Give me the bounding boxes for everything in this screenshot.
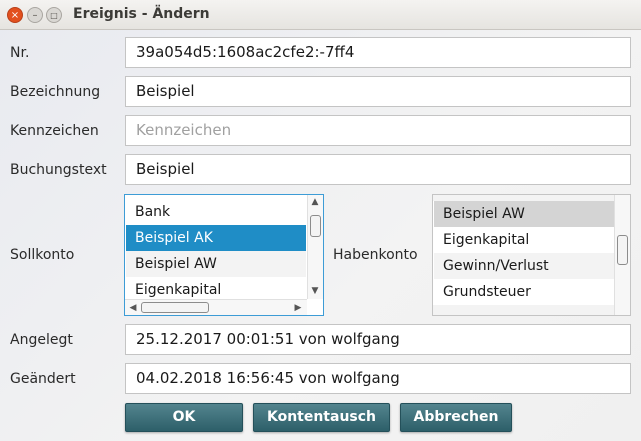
title-bar: × – □ Ereignis - Ändern [0, 0, 641, 30]
angelegt-field[interactable]: 25.12.2017 00:01:51 von wolfgang [125, 324, 631, 355]
scroll-down-icon[interactable]: ▼ [308, 286, 322, 296]
scrollbar-thumb[interactable] [617, 235, 628, 265]
list-item[interactable]: Grundsteuer [434, 279, 614, 305]
sollkonto-list[interactable]: Bank Beispiel AK Beispiel AW Eigenkapita… [124, 194, 324, 316]
list-item-selected[interactable]: Beispiel AW [434, 201, 614, 227]
buchungstext-field[interactable]: Beispiel [125, 154, 631, 185]
window-title: Ereignis - Ändern [73, 6, 210, 22]
list-item[interactable]: Gewinn/Verlust [434, 253, 614, 279]
partial-list-item [433, 305, 614, 315]
list-item-selected[interactable]: Beispiel AK [126, 225, 306, 251]
horizontal-scrollbar[interactable]: ◀ ▶ [125, 299, 307, 315]
scrollbar-thumb[interactable] [310, 215, 321, 237]
bezeichnung-label: Bezeichnung [10, 84, 101, 100]
minimize-icon[interactable]: – [27, 7, 43, 23]
list-item[interactable]: Beispiel AW [126, 251, 306, 277]
list-item[interactable]: Eigenkapital [434, 227, 614, 253]
sollkonto-label: Sollkonto [10, 247, 75, 263]
list-item[interactable]: Bank [126, 199, 306, 225]
abbrechen-button[interactable]: Abbrechen [400, 403, 512, 432]
angelegt-label: Angelegt [10, 332, 73, 348]
kennzeichen-field[interactable]: Kennzeichen [125, 115, 631, 146]
close-icon[interactable]: × [7, 7, 23, 23]
scroll-up-icon[interactable]: ▲ [308, 197, 322, 207]
ok-button[interactable]: OK [125, 403, 243, 432]
habenkonto-list[interactable]: Beispiel AW Eigenkapital Gewinn/Verlust … [432, 194, 631, 316]
scroll-right-icon[interactable]: ▶ [291, 303, 305, 313]
vertical-scrollbar[interactable]: ▲ ▼ [307, 195, 323, 299]
dialog-window: × – □ Ereignis - Ändern Nr. 39a054d5:160… [0, 0, 641, 441]
buchungstext-label: Buchungstext [10, 162, 107, 178]
nr-field[interactable]: 39a054d5:1608ac2cfe2:-7ff4 [125, 37, 631, 68]
habenkonto-label: Habenkonto [333, 247, 418, 263]
scrollbar-thumb[interactable] [141, 302, 209, 313]
vertical-scrollbar[interactable] [614, 195, 630, 315]
nr-label: Nr. [10, 45, 30, 61]
kennzeichen-label: Kennzeichen [10, 123, 99, 139]
geaendert-label: Geändert [10, 371, 76, 387]
kontentausch-button[interactable]: Kontentausch [253, 403, 390, 432]
scroll-left-icon[interactable]: ◀ [126, 303, 140, 313]
bezeichnung-field[interactable]: Beispiel [125, 76, 631, 107]
maximize-icon[interactable]: □ [46, 7, 62, 23]
geaendert-field[interactable]: 04.02.2018 16:56:45 von wolfgang [125, 363, 631, 394]
